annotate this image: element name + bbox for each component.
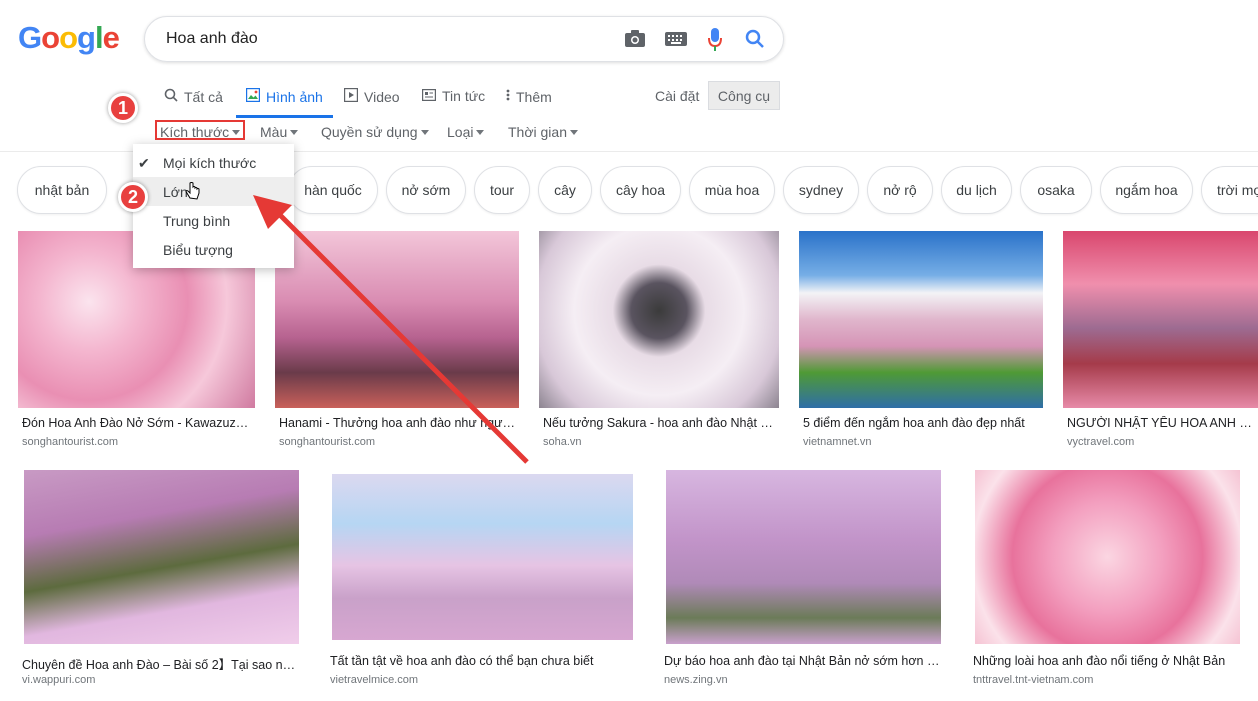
result-image[interactable]: [1063, 231, 1258, 408]
chip[interactable]: nhật bản: [17, 166, 107, 214]
tab-images-label: Hình ảnh: [266, 88, 323, 105]
tab-news-label: Tin tức: [442, 88, 486, 104]
result-caption[interactable]: Nếu tưởng Sakura - hoa anh đào Nhật B…: [543, 416, 777, 430]
result-source: songhantourist.com: [22, 436, 118, 448]
size-dropdown-menu: ✔ Mọi kích thước Lớn Trung bình Biểu tượn…: [133, 144, 294, 268]
chip[interactable]: osaka: [1020, 166, 1092, 214]
size-option-any[interactable]: ✔ Mọi kích thước: [133, 148, 294, 177]
filter-usage-rights[interactable]: Quyền sử dụng: [321, 124, 429, 140]
result-image[interactable]: [539, 231, 779, 408]
tab-video[interactable]: Video: [343, 87, 400, 105]
chip[interactable]: du lịch: [941, 166, 1012, 214]
caret-down-icon: [420, 129, 429, 135]
result-source: vietnamnet.vn: [803, 436, 872, 448]
result-source: vyctravel.com: [1067, 436, 1135, 448]
result-image[interactable]: [24, 470, 299, 644]
caret-down-icon: [570, 129, 578, 135]
result-source: tnttravel.tnt-vietnam.com: [973, 674, 1094, 686]
search-box[interactable]: Hoa anh đào: [144, 16, 784, 62]
video-icon: [343, 87, 359, 105]
chip[interactable]: tour: [474, 166, 530, 214]
tab-news[interactable]: Tin tức: [421, 88, 486, 104]
chip[interactable]: sydney: [783, 166, 859, 214]
filter-time-label: Thời gian: [508, 124, 567, 140]
search-icon[interactable]: [745, 29, 765, 54]
result-source: songhantourist.com: [279, 436, 375, 448]
result-image[interactable]: [275, 231, 519, 408]
news-icon: [421, 88, 437, 104]
chip[interactable]: cây hoa: [600, 166, 681, 214]
settings-link[interactable]: Cài đặt: [655, 88, 699, 104]
filter-type-label: Loại: [447, 124, 474, 140]
filter-color-label: Màu: [260, 124, 288, 140]
size-option-medium[interactable]: Trung bình: [133, 206, 294, 235]
result-caption[interactable]: Dự báo hoa anh đào tại Nhật Bản nở sớm h…: [664, 654, 942, 668]
microphone-icon[interactable]: [708, 28, 722, 57]
size-option-icon-label: Biểu tượng: [163, 241, 233, 258]
result-source: soha.vn: [543, 436, 582, 448]
annotation-badge-2: 2: [118, 182, 148, 212]
tab-more-label: Thêm: [516, 88, 552, 105]
result-image[interactable]: [666, 470, 941, 644]
more-icon: [506, 88, 510, 105]
result-source: vietravelmice.com: [330, 674, 419, 686]
image-icon: [245, 87, 261, 105]
chip[interactable]: hàn quốc: [288, 166, 378, 214]
caret-down-icon: [476, 129, 485, 135]
hand-cursor-icon: [185, 182, 201, 205]
tab-images[interactable]: Hình ảnh: [236, 87, 333, 118]
tools-button[interactable]: Công cụ: [708, 81, 780, 110]
checkmark-icon: ✔: [138, 155, 150, 171]
tab-all-label: Tất cả: [184, 88, 223, 105]
result-image[interactable]: [332, 474, 633, 640]
chip[interactable]: nở sớm: [386, 166, 466, 214]
size-option-large[interactable]: Lớn: [133, 177, 294, 206]
result-caption[interactable]: Hanami - Thưởng hoa anh đào như người…: [279, 416, 517, 430]
chip[interactable]: cây: [538, 166, 592, 214]
filter-color[interactable]: Màu: [260, 124, 299, 140]
result-image[interactable]: [975, 470, 1240, 644]
google-logo[interactable]: Google: [18, 20, 120, 56]
search-input[interactable]: Hoa anh đào: [166, 30, 258, 48]
caret-down-icon: [290, 129, 299, 135]
tab-all[interactable]: Tất cả: [164, 88, 223, 105]
result-caption[interactable]: Những loài hoa anh đào nổi tiếng ở Nhật …: [973, 654, 1241, 668]
annotation-badge-1: 1: [108, 93, 138, 123]
search-icon: [164, 88, 178, 105]
chip[interactable]: ngắm hoa: [1100, 166, 1193, 214]
size-option-any-label: Mọi kích thước: [163, 154, 257, 171]
annotation-highlight-box: [155, 120, 245, 140]
camera-icon[interactable]: [624, 29, 646, 54]
size-option-medium-label: Trung bình: [163, 212, 231, 229]
filter-usage-label: Quyền sử dụng: [321, 124, 418, 140]
keyboard-icon[interactable]: [665, 32, 687, 51]
result-caption[interactable]: 5 điểm đến ngắm hoa anh đào đẹp nhất: [803, 416, 1041, 430]
result-caption[interactable]: Tất tần tật về hoa anh đào có thể bạn ch…: [330, 654, 633, 668]
size-option-icon[interactable]: Biểu tượng: [133, 235, 294, 264]
search-tabs: Tất cả Hình ảnh Video Tin tức Thêm: [0, 78, 1258, 118]
result-caption[interactable]: NGƯỜI NHẬT YÊU HOA ANH ĐÀO Đ: [1067, 416, 1258, 430]
result-caption[interactable]: Đón Hoa Anh Đào Nở Sớm - Kawazuzak…: [22, 416, 254, 430]
result-caption[interactable]: Chuyên đề Hoa anh Đào – Bài số 2】Tại sao…: [22, 654, 300, 673]
result-source: news.zing.vn: [664, 674, 728, 686]
filter-time[interactable]: Thời gian: [508, 124, 578, 140]
tab-more[interactable]: Thêm: [506, 88, 552, 105]
tab-video-label: Video: [364, 88, 400, 105]
result-source: vi.wappuri.com: [22, 674, 96, 686]
chip[interactable]: nở rộ: [867, 166, 933, 214]
result-image[interactable]: [799, 231, 1043, 408]
chip[interactable]: trời mọ: [1201, 166, 1258, 214]
chip[interactable]: mùa hoa: [689, 166, 775, 214]
filter-type[interactable]: Loại: [447, 124, 485, 140]
